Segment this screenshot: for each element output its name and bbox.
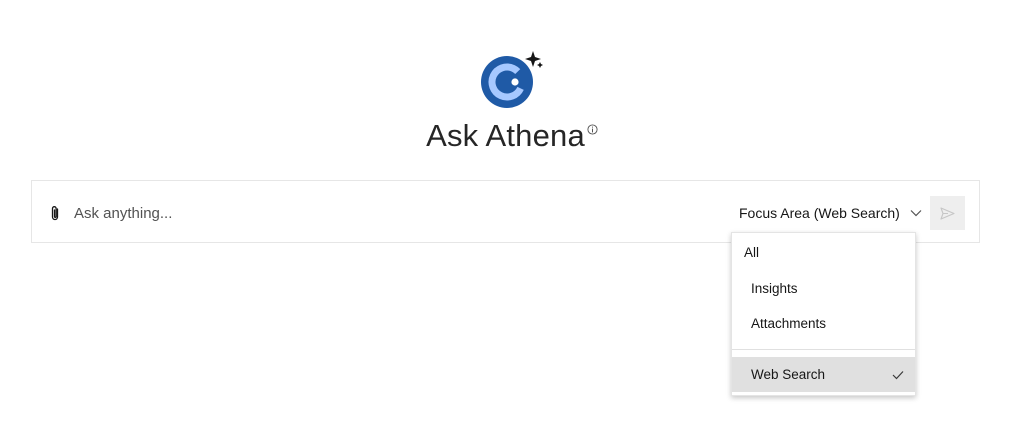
menu-item-all[interactable]: All (744, 245, 759, 260)
menu-item-attachments[interactable]: Attachments (751, 316, 826, 331)
info-icon[interactable] (587, 124, 598, 135)
page-title: Ask Athena (426, 118, 585, 153)
menu-item-insights[interactable]: Insights (751, 281, 798, 296)
chevron-down-icon (910, 210, 922, 217)
paperclip-icon[interactable] (49, 205, 61, 222)
menu-item-web-search[interactable]: Web Search (732, 357, 915, 392)
send-icon (940, 206, 955, 220)
focus-area-dropdown[interactable]: Focus Area (Web Search) (739, 203, 922, 223)
focus-area-label: Focus Area (Web Search) (739, 205, 900, 221)
search-input[interactable] (74, 202, 594, 224)
send-button[interactable] (930, 196, 965, 230)
checkmark-icon (892, 371, 904, 380)
focus-area-menu: All Insights Attachments Web Search (731, 232, 916, 396)
menu-divider (732, 349, 915, 350)
menu-item-web-search-label: Web Search (751, 367, 826, 382)
athena-logo-icon (481, 51, 543, 108)
